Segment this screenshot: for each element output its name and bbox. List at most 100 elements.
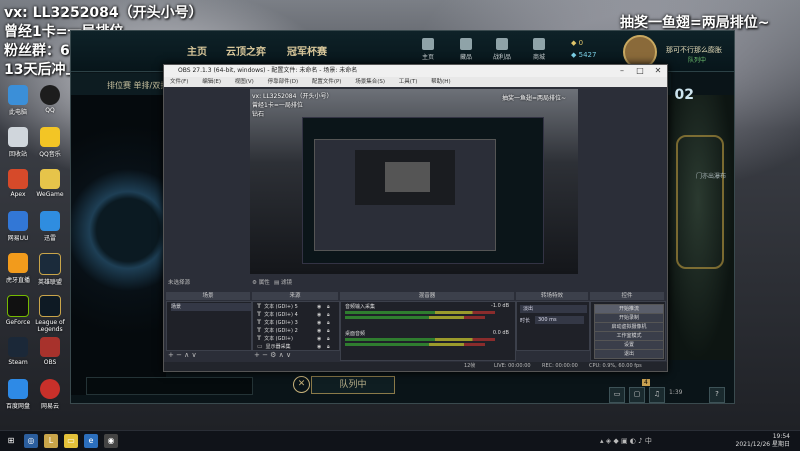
no-source-label: 未选择源 [168,280,191,286]
taskbar-edge-icon[interactable]: e [84,434,98,448]
mixer-meter [345,338,495,341]
scenes-panel: 场景 [166,301,252,351]
loot-icon [496,38,508,50]
desktop-icon-xunlei[interactable]: 迅雷 [34,211,66,242]
menu-file[interactable]: 文件(F) [170,79,188,85]
desktop-icon-apex[interactable]: Apex [2,169,34,198]
sources-panel: T 文本 (GDI+) 5 ◉ 🔒︎ T 文本 (GDI+) 4 ◉ 🔒︎ T 文本 (GDI… [252,301,340,351]
taskbar-lol-client-icon[interactable]: L [44,434,58,448]
obs-title: OBS 27.1.3 (64-bit, windows) - 配置文件: 未命名… [178,67,358,74]
clock-date: 2021/12/26 星期日 [735,441,791,448]
transition-select[interactable]: 淡出 [520,305,587,313]
nav-icon-loot[interactable]: 战利品 [491,38,513,61]
desktop-icon-lol[interactable]: 英雄联盟 [34,253,66,286]
menu-docks[interactable]: 停靠部件(D) [268,79,299,85]
obs-window: OBS 27.1.3 (64-bit, windows) - 配置文件: 未命名… [163,64,668,372]
duration-input[interactable]: 300 ms [535,316,584,324]
transitions-panel: 淡出 时长 300 ms [516,301,590,351]
obs-menu-bar: 文件(F) 编辑(E) 视图(V) 停靠部件(D) 配置文件(P) 场景集合(S… [164,77,667,87]
menu-profile[interactable]: 配置文件(P) [312,79,342,85]
desktop-icon-wegame[interactable]: WeGame [34,169,66,198]
menu-scene-collection[interactable]: 场景集合(S) [355,79,385,85]
menu-tools[interactable]: 工具(T) [399,79,418,85]
be-balance: ◆ 5427 [571,51,597,59]
preview-obs [314,139,496,251]
source-item[interactable]: T 文本 (GDI+) 2 ◉ 🔒︎ [257,327,337,335]
overlay-line-1: vx: LL3252084（开头小号） [4,5,203,21]
profile-status: 队列中 [687,57,706,64]
desktop-icon-huya[interactable]: 虎牙直播 [2,253,34,284]
in-queue-button[interactable]: 队列中 [311,376,395,394]
nav-tft[interactable]: 云顶之弈 [226,43,266,58]
properties-button[interactable]: ⚙ 属性 [252,278,270,288]
close-icon[interactable]: ✕ [649,65,667,77]
preview-overlay-3: 钻石 [252,111,265,118]
desktop-icon-league[interactable]: League of Legends [34,295,66,333]
source-item[interactable]: T 文本 (GDI+) 4 ◉ 🔒︎ [257,311,337,319]
nav-icon-collection[interactable]: 藏品 [455,38,477,61]
overlay-top-right: 抽奖一鱼翅=两局排位~ [620,15,770,31]
preview-overlay-top-right: 抽奖一鱼翅=两局排位~ [502,95,567,102]
exit-button[interactable]: 退出 [594,349,664,359]
controls-panel-header: 控件 [590,292,664,300]
source-item[interactable]: T 文本 (GDI+) 5 ◉ 🔒︎ [257,303,337,311]
desktop-icon-this-pc[interactable]: 此电脑 [2,85,34,116]
chat-input[interactable] [86,377,253,395]
windows-start-icon[interactable]: ⊞ [4,434,18,448]
taskbar: ⊞ ◎ L ▭ e ◉ ▴ ◈ ◆ ▣ ◐ ♪ 中 19:54 2021/12/… [0,430,800,451]
desktop-icon-qq[interactable]: QQ [34,85,66,114]
source-toolbar: 未选择源 ⚙ 属性 ▤ 滤镜 [164,278,667,288]
mic-icon[interactable]: ♫ [649,387,665,403]
desktop-icon-steam[interactable]: Steam [2,337,34,366]
maximize-icon[interactable]: □ [631,65,649,77]
search-icon[interactable]: ◎ [24,434,38,448]
taskbar-obs-icon[interactable]: ◉ [104,434,118,448]
mixer-slider[interactable] [345,343,485,346]
nav-home[interactable]: 主页 [187,43,207,58]
preview-overlay-2: 曾经1卡=一局排位 [252,102,303,109]
system-tray-icons[interactable]: ▴ ◈ ◆ ▣ ◐ ♪ 中 [600,436,652,446]
level-number: 02 [674,87,694,103]
desktop-icon-qq-music[interactable]: QQ音乐 [34,127,66,158]
queue-timer: 1:39 [669,389,683,396]
menu-view[interactable]: 视图(V) [235,79,254,85]
taskbar-folder-icon[interactable]: ▭ [64,434,78,448]
desktop-icon-recycle-bin[interactable]: 回收站 [2,127,34,158]
mixer-label: 桌面音频 [345,331,366,337]
obs-preview[interactable]: vx: LL3252084（开头小号） 曾经1卡=一局排位 钻石 抽奖一鱼翅=两… [250,89,578,274]
nav-icon-home[interactable]: 主页 [417,38,439,61]
scene-item[interactable]: 场景 [171,303,251,311]
scene-add-remove[interactable]: + − ∧ ∨ [168,351,197,359]
client-left-art [71,95,166,395]
rp-balance: ◆ 0 [571,39,584,47]
nav-icon-store[interactable]: 商城 [528,38,550,61]
chat-icon[interactable]: ▭ [609,387,625,403]
source-item[interactable]: ▭ 显示器采集 ◉ 🔒︎ [257,343,337,351]
menu-help[interactable]: 帮助(H) [431,79,450,85]
cancel-queue-button[interactable]: ✕ [293,376,310,393]
desktop-icon-geforce[interactable]: GeForce [2,295,34,326]
dropped-frames: 12帧 [464,363,476,369]
help-icon[interactable]: ? [709,387,725,403]
notification-icon[interactable]: ▢ [629,387,645,403]
source-item[interactable]: T 文本 (GDI+) 3 ◉ 🔒︎ [257,319,337,327]
desktop-icon-baidu-netdisk[interactable]: 百度网盘 [2,379,34,410]
obs-title-bar: OBS 27.1.3 (64-bit, windows) - 配置文件: 未命名… [164,65,667,77]
home-icon [422,38,434,50]
desktop-icon-uu[interactable]: 网易UU [2,211,34,242]
queue-mode-label: 排位赛 单排/双排 [107,81,169,90]
minimize-icon[interactable]: – [613,65,631,77]
desktop-icon-netease-music[interactable]: 网易云 [34,379,66,410]
source-item[interactable]: T 文本 (GDI+) ◉ 🔒︎ [257,335,337,343]
transitions-panel-header: 转场特效 [516,292,588,300]
clock-time: 19:54 [772,433,790,440]
filters-button[interactable]: ▤ 滤镜 [274,278,292,288]
clock[interactable]: 19:54 2021/12/26 星期日 [736,433,791,449]
menu-edit[interactable]: 编辑(E) [202,79,221,85]
notification-badge: 4 [642,379,650,386]
mixer-slider[interactable] [345,316,485,319]
rank-emblem [676,135,724,269]
nav-clash[interactable]: 冠军杯赛 [287,43,327,58]
source-add-remove[interactable]: + − ⚙ ∧ ∨ [254,351,291,359]
desktop-icon-obs[interactable]: OBS [34,337,66,366]
